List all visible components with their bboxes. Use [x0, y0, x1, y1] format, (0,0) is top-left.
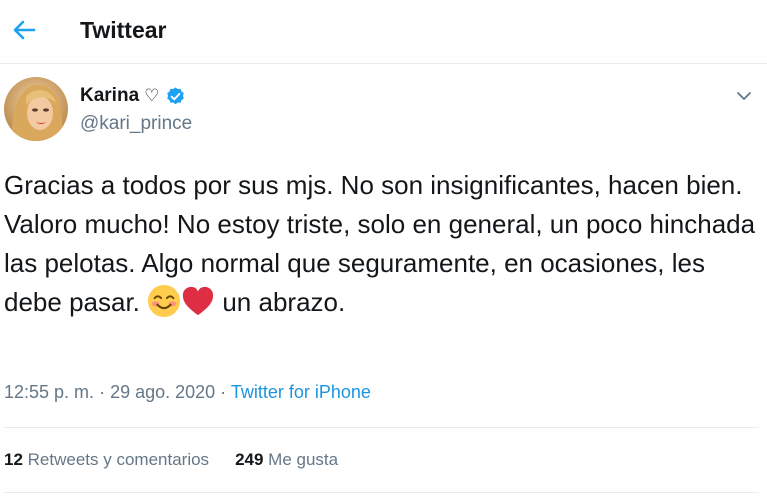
- top-bar: Twittear: [0, 0, 767, 64]
- profile-photo: [4, 77, 68, 141]
- user-handle[interactable]: @kari_prince: [80, 113, 192, 135]
- tweet-text: Gracias a todos por sus mjs. No son insi…: [4, 166, 759, 322]
- likes-stat[interactable]: 249 Me gusta: [235, 450, 338, 470]
- tweet-text-end: un abrazo.: [215, 287, 346, 317]
- meta-separator: ·: [215, 382, 231, 402]
- tweet-stats: 12 Retweets y comentarios 249 Me gusta: [4, 450, 338, 470]
- retweets-label: Retweets y comentarios: [22, 450, 210, 469]
- avatar[interactable]: [4, 77, 68, 141]
- arrow-left-icon: [13, 20, 36, 40]
- likes-label: Me gusta: [263, 450, 339, 469]
- meta-separator: ·: [94, 382, 111, 402]
- tweet-meta: 12:55 p. m. · 29 ago. 2020 · Twitter for…: [4, 382, 371, 403]
- retweets-stat[interactable]: 12 Retweets y comentarios: [4, 450, 209, 470]
- chevron-down-icon: [737, 92, 751, 100]
- name-heart-symbol: ♡: [144, 86, 160, 105]
- tweet-text-main: Gracias a todos por sus mjs. No son insi…: [4, 170, 756, 317]
- page-title: Twittear: [80, 17, 167, 43]
- tweet-date[interactable]: 29 ago. 2020: [110, 382, 215, 402]
- author-name-row[interactable]: Karina ♡: [80, 85, 186, 107]
- tweet-time[interactable]: 12:55 p. m.: [4, 382, 94, 402]
- divider: [4, 427, 759, 428]
- back-button[interactable]: [10, 16, 38, 44]
- smiling-face-icon: [148, 284, 181, 318]
- tweet-source-link[interactable]: Twitter for iPhone: [231, 382, 371, 402]
- divider: [4, 492, 759, 493]
- likes-count: 249: [235, 450, 264, 469]
- retweets-count: 12: [4, 450, 23, 469]
- display-name: Karina: [80, 85, 140, 106]
- red-heart-icon: [183, 286, 214, 316]
- more-options-button[interactable]: [734, 86, 754, 106]
- verified-badge-icon: [167, 86, 185, 104]
